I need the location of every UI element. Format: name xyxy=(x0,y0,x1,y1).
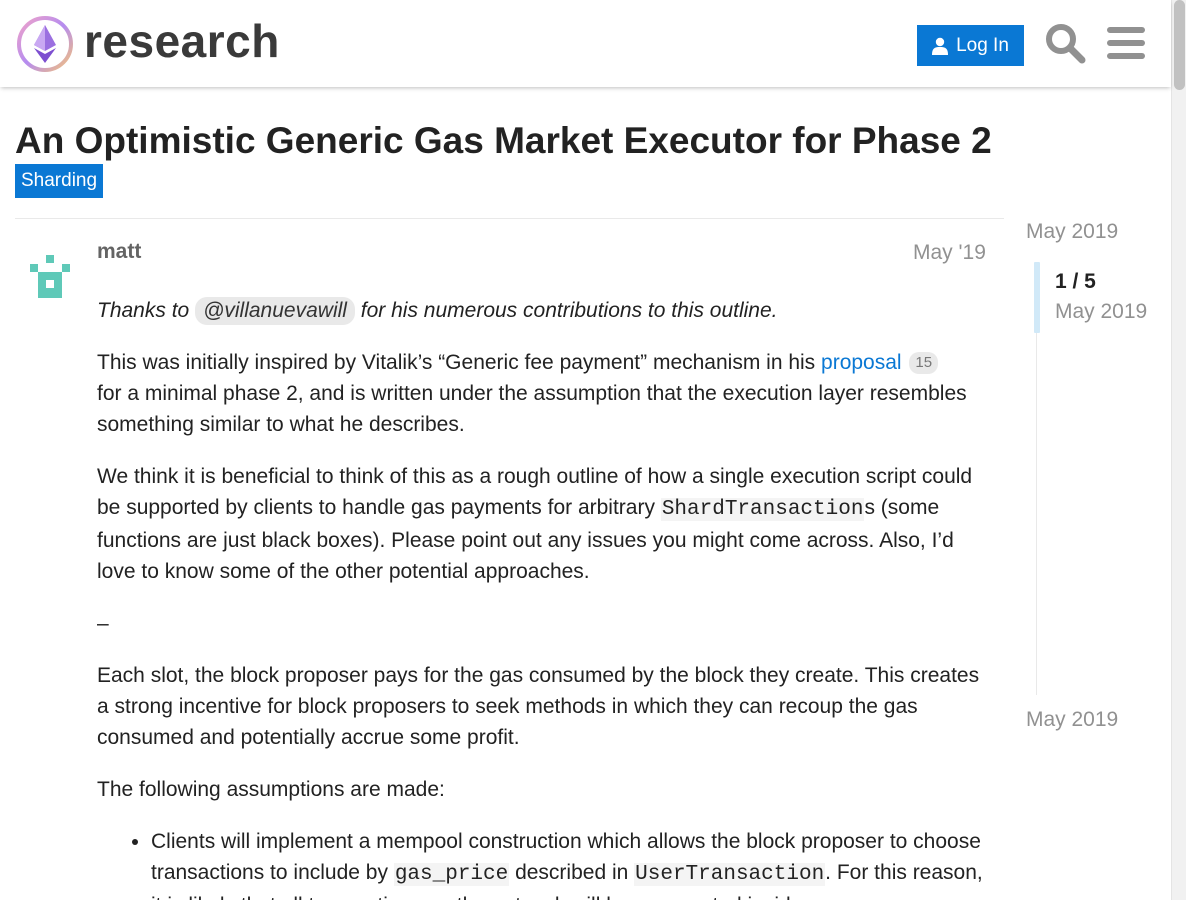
timeline-current-date: May 2019 xyxy=(1055,300,1148,323)
link-click-count-badge: 15 xyxy=(909,352,939,374)
ethereum-logo-icon[interactable] xyxy=(16,15,74,73)
post-paragraph: – xyxy=(97,612,109,635)
post-username[interactable]: matt xyxy=(97,240,141,264)
text: for his numerous contributions to this o… xyxy=(354,299,778,322)
site-header: research Log In xyxy=(0,0,1171,87)
post-paragraph: Thanks to @villanuevawill for his numero… xyxy=(97,295,992,326)
site-brand[interactable]: research xyxy=(84,14,280,68)
post-paragraph: This was initially inspired by Vitalik’s… xyxy=(97,347,992,440)
list-item: Clients will implement a mempool constru… xyxy=(151,826,992,900)
inline-code: UserTransaction xyxy=(634,863,826,886)
scrollbar-thumb[interactable] xyxy=(1174,0,1185,90)
timeline-end-date[interactable]: May 2019 xyxy=(1026,708,1118,732)
post-body: Thanks to @villanuevawill for his numero… xyxy=(97,295,992,900)
text: described in xyxy=(509,861,635,884)
post-paragraph: We think it is beneficial to think of th… xyxy=(97,461,992,587)
hamburger-menu-icon[interactable] xyxy=(1106,24,1146,62)
timeline-handle[interactable] xyxy=(1034,262,1040,333)
inline-code: gas_price xyxy=(393,863,510,886)
text: This was initially inspired by Vitalik’s… xyxy=(97,351,822,374)
assumptions-list: Clients will implement a mempool constru… xyxy=(151,826,992,900)
page-scrollbar[interactable] xyxy=(1171,0,1186,900)
post-paragraph: Each slot, the block proposer pays for t… xyxy=(97,664,980,749)
post-paragraph: The following assumptions are made: xyxy=(97,778,445,801)
text: for a minimal phase 2, and is written un… xyxy=(97,382,967,436)
post-date[interactable]: May '19 xyxy=(913,241,986,265)
user-mention[interactable]: @villanuevawill xyxy=(195,297,355,325)
timeline-start-date[interactable]: May 2019 xyxy=(1026,220,1118,244)
topic-title[interactable]: An Optimistic Generic Gas Market Executo… xyxy=(15,120,992,162)
search-icon[interactable] xyxy=(1044,22,1086,64)
inline-code: ShardTransaction xyxy=(660,498,865,521)
proposal-link[interactable]: proposal xyxy=(821,351,902,374)
login-button[interactable]: Log In xyxy=(917,25,1024,66)
login-label: Log In xyxy=(956,34,1009,56)
user-icon xyxy=(932,37,949,55)
text: Thanks to xyxy=(97,299,196,322)
timeline-post-count: 1 / 5 xyxy=(1055,270,1096,293)
category-badge[interactable]: Sharding xyxy=(15,164,104,198)
avatar[interactable] xyxy=(26,252,74,300)
post-divider xyxy=(15,218,1004,219)
